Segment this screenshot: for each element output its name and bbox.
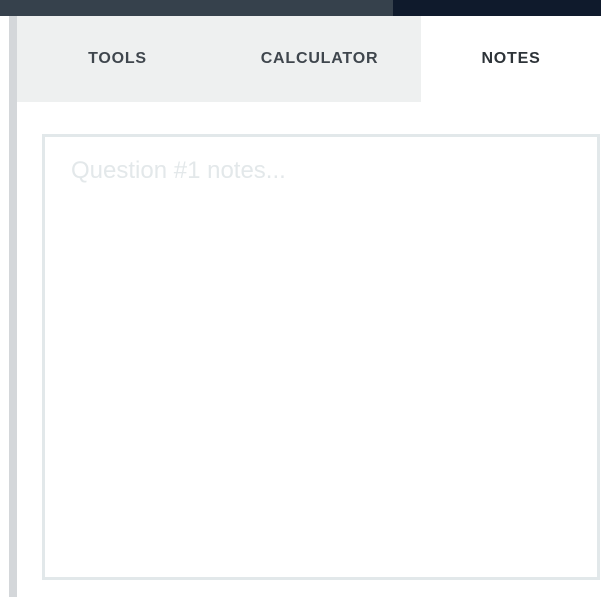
notes-panel: TOOLS CALCULATOR NOTES — [17, 16, 601, 597]
tab-calculator[interactable]: CALCULATOR — [218, 16, 421, 102]
tab-notes[interactable]: NOTES — [421, 16, 601, 102]
left-rail-divider — [9, 16, 17, 597]
tab-bar: TOOLS CALCULATOR NOTES — [17, 16, 601, 102]
tab-tools[interactable]: TOOLS — [17, 16, 218, 102]
left-rail — [0, 16, 9, 597]
top-bar-segment — [0, 0, 393, 16]
notes-textarea[interactable] — [42, 134, 600, 580]
top-bar — [0, 0, 601, 16]
